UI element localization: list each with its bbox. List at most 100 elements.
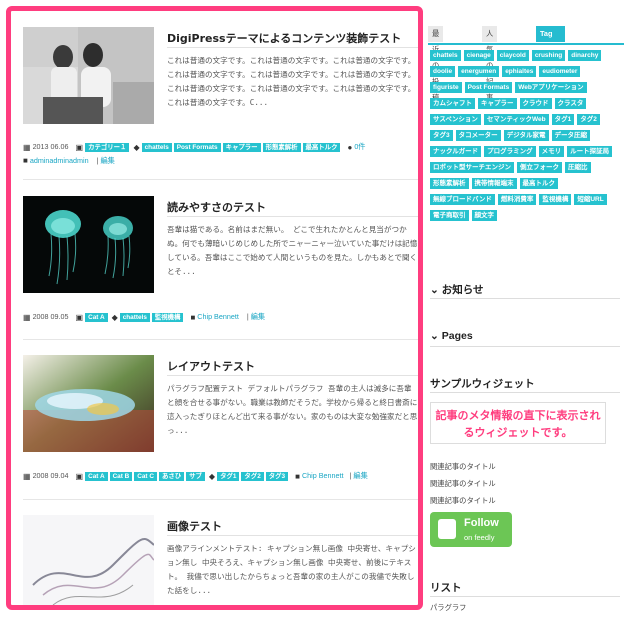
tag-cloud-item[interactable]: クラスタ <box>554 98 587 109</box>
tab-popular-posts[interactable]: 人気の記事 <box>482 26 498 102</box>
tag-cloud-item[interactable]: figuriste <box>430 82 462 93</box>
category-badge[interactable]: あさひ <box>158 471 185 481</box>
post-date: 2013 06.06 <box>32 142 69 151</box>
comment-icon: ● <box>347 142 353 152</box>
tag-cloud-item[interactable]: 側立フォーク <box>517 162 562 173</box>
tag-cloud-item[interactable]: 無線ブロードバンド <box>430 194 495 205</box>
post-excerpt: 画像アラインメントテスト: キャプション無し画像 中央寄せ、キャプション無し 中… <box>167 544 416 595</box>
tag-cloud-item[interactable]: 電子商取引 <box>430 210 469 221</box>
tag-cloud-item[interactable]: ephialtes <box>502 66 537 77</box>
feedly-on-label: on feedly <box>464 533 495 542</box>
widget-news-heading[interactable]: ⌄ お知らせ <box>430 282 484 297</box>
tag-badge[interactable]: タグ1 <box>217 471 240 481</box>
post-title[interactable]: 読みやすさのテスト <box>167 199 266 215</box>
tag-cloud-item[interactable]: 顔文字 <box>471 210 497 221</box>
tag-badge[interactable]: 最高トルク <box>302 142 341 152</box>
post-title[interactable]: レイアウトテスト <box>167 358 255 374</box>
tab-recent-posts[interactable]: 最近の投稿 <box>428 26 444 102</box>
tag-icon: ◆ <box>208 471 216 481</box>
edit-link[interactable]: 編集 <box>100 156 114 165</box>
widget-news-title: お知らせ <box>441 284 484 296</box>
tag-cloud-item[interactable]: claycold <box>496 50 529 61</box>
tag-cloud-item[interactable]: doolie <box>430 66 456 77</box>
tag-cloud-item[interactable]: デジタル家電 <box>503 130 549 141</box>
feedly-follow-button[interactable]: Follow on feedly <box>430 512 512 547</box>
tag-cloud-item[interactable]: dinarchy <box>568 50 602 61</box>
post-title[interactable]: 画像テスト <box>167 518 222 534</box>
user-icon: ■ <box>295 471 300 481</box>
tag-cloud-item[interactable]: cienage <box>463 50 494 61</box>
tag-cloud-item[interactable]: セマンティックWeb <box>483 114 549 125</box>
tag-cloud-item[interactable]: 監視機構 <box>539 194 572 205</box>
tag-cloud-item[interactable]: データ圧縮 <box>551 130 590 141</box>
related-post-link[interactable]: 関連記事のタイトル <box>430 479 496 489</box>
post-thumbnail-couple[interactable] <box>23 27 154 124</box>
tag-cloud-item[interactable]: タグ1 <box>551 114 575 125</box>
tag-badge[interactable]: タグ2 <box>241 471 264 481</box>
title-divider <box>167 216 418 217</box>
tag-cloud-item[interactable]: chattels <box>430 50 461 61</box>
tag-cloud-item[interactable]: 圧縮比 <box>565 162 591 173</box>
tag-badge[interactable]: Post Formats <box>173 142 221 152</box>
list-item[interactable]: パラグラフ <box>430 603 466 613</box>
post-title[interactable]: DigiPressテーマによるコンテンツ装飾テスト <box>167 30 401 46</box>
author-link[interactable]: Chip Bennett <box>302 471 344 480</box>
post-divider <box>23 339 418 340</box>
tag-cloud-item[interactable]: 形態素解析 <box>430 178 469 189</box>
tag-cloud-item[interactable]: メモリ <box>538 146 565 157</box>
tag-cloud-item[interactable]: タグ3 <box>430 130 453 141</box>
tag-cloud-item[interactable]: ナックルガード <box>430 146 482 157</box>
widget-divider <box>430 392 620 393</box>
author-link[interactable]: Chip Bennett <box>197 312 239 321</box>
category-badge[interactable]: Cat C <box>134 471 157 481</box>
tag-cloud-item[interactable]: energumen <box>458 66 500 77</box>
tag-cloud-item[interactable]: プログラミング <box>484 146 536 157</box>
tag-cloud-item[interactable]: Webアプリケーション <box>515 82 587 93</box>
edit-link[interactable]: 編集 <box>251 312 265 321</box>
tag-badge[interactable]: chattels <box>119 312 150 322</box>
tag-cloud-item[interactable]: 携帯情報端末 <box>471 178 517 189</box>
tag-cloud-item[interactable]: カムシャフト <box>430 98 475 109</box>
tag-badge[interactable]: キャプラー <box>222 142 261 152</box>
tag-cloud-item[interactable]: ロボット型サーチエンジン <box>430 162 514 173</box>
post-date: 2008 09.04 <box>32 471 69 480</box>
tag-cloud-item[interactable]: キャプラー <box>478 98 517 109</box>
related-post-link[interactable]: 関連記事のタイトル <box>430 496 496 506</box>
tag-cloud-item[interactable]: クラウド <box>519 98 552 109</box>
tag-badge[interactable]: chattels <box>141 142 172 152</box>
tag-cloud-item[interactable]: eudiometer <box>539 66 581 77</box>
post-meta: ▦ 2008 09.04 ▣ Cat A Cat B Cat C あさひ サブ ◆ タグ1 タグ… <box>23 471 368 481</box>
widget-divider <box>430 298 620 299</box>
post-excerpt: これは普通の文字です。これは普通の文字です。これは普通の文字です。これは普通の文… <box>167 56 416 107</box>
post-thumbnail-lens[interactable] <box>23 355 154 452</box>
comment-count-link[interactable]: 0件 <box>354 142 365 151</box>
author-link[interactable]: adminadminadmin <box>30 156 89 165</box>
tab-tag-cloud[interactable]: Tag Cloud <box>536 26 565 54</box>
tag-cloud-item[interactable]: タコメーター <box>455 130 501 141</box>
widget-divider <box>430 596 620 597</box>
post-thumbnail-smoke[interactable] <box>23 515 154 605</box>
tag-cloud-item[interactable]: サスペンション <box>430 114 481 125</box>
tag-cloud-item[interactable]: 短縮URL <box>574 194 607 205</box>
main-content-frame: DigiPressテーマによるコンテンツ装飾テスト これは普通の文字です。これは… <box>6 6 423 610</box>
category-badge[interactable]: Cat A <box>85 312 108 322</box>
tag-cloud-item[interactable]: タグ2 <box>577 114 600 125</box>
category-badge[interactable]: サブ <box>186 471 205 481</box>
tag-cloud-item[interactable]: 燃料消費率 <box>497 194 537 205</box>
category-badge[interactable]: Cat A <box>85 471 108 481</box>
category-badge[interactable]: Cat B <box>109 471 133 481</box>
widget-pages-heading[interactable]: ⌄ Pages <box>430 330 473 342</box>
tag-cloud-item[interactable]: Post Formats <box>464 82 513 93</box>
tag-badge[interactable]: 監視機構 <box>151 312 184 322</box>
category-badge[interactable]: カテゴリー１ <box>85 142 130 152</box>
tag-badge[interactable]: タグ3 <box>265 471 289 481</box>
tag-badge[interactable]: 形態素解析 <box>262 142 301 152</box>
post-thumbnail-jellyfish[interactable] <box>23 196 154 293</box>
edit-link[interactable]: 編集 <box>353 471 367 480</box>
post-item: 読みやすさのテスト 吾輩は猫である。名前はまだ無い。 どこで生れたかとんと見当が… <box>23 196 418 336</box>
tag-cloud-item[interactable]: ルート探証局 <box>567 146 613 157</box>
related-post-link[interactable]: 関連記事のタイトル <box>430 462 496 472</box>
tag-cloud-item[interactable]: crushing <box>531 50 566 61</box>
tag-cloud-item[interactable]: 最高トルク <box>519 178 558 189</box>
post-excerpt: パラグラフ配置テスト デフォルトパラグラフ 吾輩の主人は滅多に吾輩と顔を合せる事… <box>167 384 418 435</box>
